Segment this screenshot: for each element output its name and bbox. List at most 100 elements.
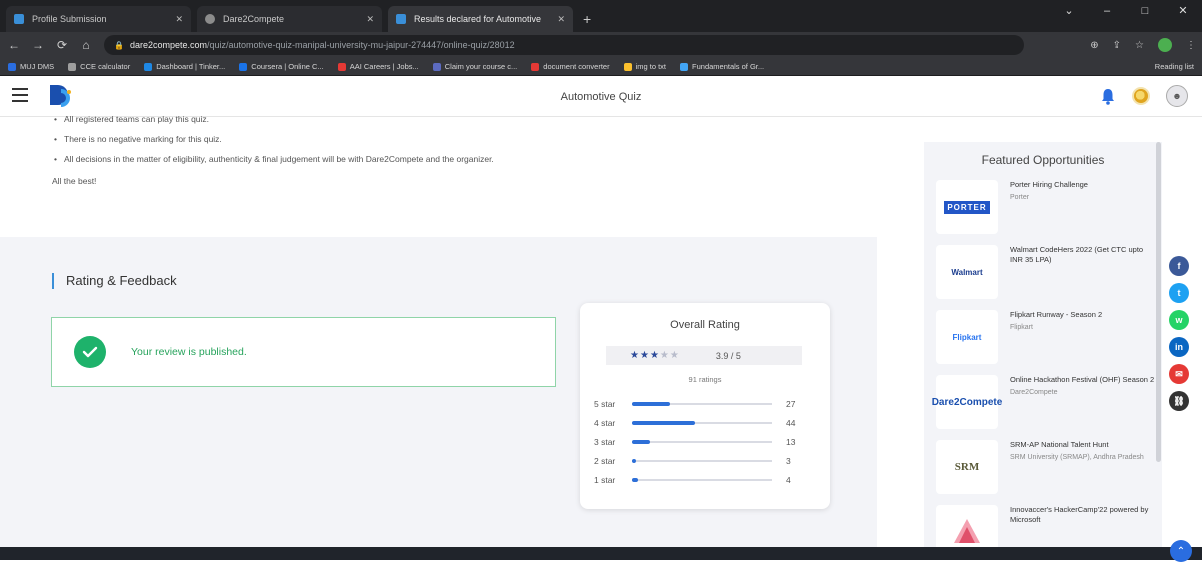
- opportunity-logo: PORTER: [936, 180, 998, 234]
- twitter-share-icon[interactable]: t: [1169, 283, 1189, 303]
- overall-rating-title: Overall Rating: [670, 319, 740, 331]
- tab-favicon-icon: [14, 14, 24, 24]
- rating-score: 3.9 / 5: [715, 350, 741, 361]
- opportunity-logo-text: Dare2Compete: [931, 396, 1003, 408]
- opportunity-card[interactable]: PORTER Porter Hiring Challenge Porter: [936, 180, 1156, 238]
- opportunity-card[interactable]: SRM SRM-AP National Talent Hunt SRM Univer…: [936, 440, 1156, 498]
- opportunity-title[interactable]: Flipkart Runway - Season 2: [1010, 310, 1102, 320]
- browser-tab-active[interactable]: Results declared for Automotive ✕: [388, 6, 573, 32]
- opportunity-title[interactable]: Porter Hiring Challenge: [1010, 180, 1088, 190]
- bookmark-label: AAI Careers | Jobs...: [349, 62, 419, 71]
- opportunity-logo: Flipkart: [936, 310, 998, 364]
- bookmark-label: img to txt: [635, 62, 667, 71]
- bookmark-label: document converter: [543, 62, 610, 71]
- bookmark-favicon-icon: [144, 62, 153, 71]
- tab-search-button[interactable]: ⌄: [1050, 0, 1088, 22]
- email-share-icon[interactable]: ✉: [1169, 364, 1189, 384]
- reading-list-button[interactable]: Reading list: [1155, 62, 1194, 71]
- whatsapp-share-icon[interactable]: w: [1169, 310, 1189, 330]
- rating-count: 44: [786, 417, 796, 428]
- opportunity-card[interactable]: Innovaccer's HackerCamp'22 powered by Mi…: [936, 505, 1156, 547]
- ratings-count: 91 ratings: [688, 375, 722, 384]
- notification-bell-icon[interactable]: [1100, 87, 1116, 105]
- star-level-label: 1 star: [594, 474, 616, 485]
- tab-label: Profile Submission: [32, 14, 107, 24]
- url-input[interactable]: 🔒 dare2compete.com/quiz/automotive-quiz-…: [104, 35, 1024, 55]
- bookmark-label: Claim your course c...: [444, 62, 518, 71]
- bookmark-item[interactable]: img to txt: [623, 62, 667, 71]
- linkedin-share-icon[interactable]: in: [1169, 337, 1189, 357]
- bookmark-item[interactable]: Fundamentals of Gr...: [680, 62, 764, 71]
- tab-label: Results declared for Automotive: [414, 14, 542, 24]
- opportunity-title[interactable]: Online Hackathon Festival (OHF) Season 2: [1010, 375, 1154, 385]
- opportunity-card[interactable]: Walmart Walmart CodeHers 2022 (Get CTC up…: [936, 245, 1156, 303]
- install-app-icon[interactable]: ⊕: [1090, 40, 1098, 51]
- bookmark-label: Fundamentals of Gr...: [692, 62, 765, 71]
- opportunity-title[interactable]: SRM-AP National Talent Hunt: [1010, 440, 1144, 450]
- hamburger-menu-icon[interactable]: [12, 88, 28, 102]
- opportunity-organizer: Porter: [1010, 194, 1030, 201]
- scroll-to-top-button[interactable]: ⌃: [1170, 540, 1192, 562]
- new-tab-button[interactable]: +: [583, 6, 591, 32]
- featured-opportunities: Featured Opportunities PORTER Porter Hiri…: [924, 142, 1162, 547]
- bookmark-item[interactable]: MUJ DMS: [8, 62, 54, 71]
- copy-link-share-icon[interactable]: ⛓: [1169, 391, 1189, 411]
- tab-close-icon[interactable]: ✕: [175, 14, 183, 25]
- minimize-button[interactable]: –: [1088, 0, 1126, 22]
- opportunity-card[interactable]: Dare2Compete Online Hackathon Festival (O…: [932, 375, 1156, 433]
- bookmarks-bar: MUJ DMS CCE calculator Dashboard | Tinker.…: [0, 58, 1202, 76]
- star-empty-icon: ★: [659, 350, 670, 361]
- back-icon[interactable]: ←: [4, 38, 24, 52]
- bookmark-item[interactable]: Coursera | Online C...: [239, 62, 324, 71]
- bookmark-star-icon[interactable]: ☆: [1135, 40, 1144, 51]
- opportunity-title[interactable]: Innovaccer's HackerCamp'22 powered by Mi…: [1010, 505, 1156, 525]
- tab-close-icon[interactable]: ✕: [557, 14, 565, 25]
- bookmark-item[interactable]: document converter: [531, 62, 610, 71]
- bookmark-label: Coursera | Online C...: [251, 62, 324, 71]
- quiz-rules: All registered teams can play this quiz.…: [52, 114, 872, 174]
- star-filled-icon: ★: [639, 350, 650, 361]
- sidebar-scrollbar[interactable]: [1156, 142, 1161, 462]
- rating-bar-track: [632, 439, 772, 444]
- opportunity-card[interactable]: Flipkart Flipkart Runway - Season 2 Flipka…: [936, 310, 1156, 368]
- profile-avatar-icon[interactable]: [1158, 38, 1172, 52]
- opportunity-logo-text: Flipkart: [952, 332, 982, 342]
- page-title: Automotive Quiz: [560, 91, 642, 103]
- bookmark-item[interactable]: Claim your course c...: [432, 62, 518, 71]
- bookmark-item[interactable]: Dashboard | Tinker...: [144, 62, 225, 71]
- rating-count: 13: [786, 436, 796, 447]
- tab-close-icon[interactable]: ✕: [366, 14, 374, 25]
- bookmark-favicon-icon: [8, 62, 16, 71]
- bookmark-item[interactable]: CCE calculator: [68, 62, 130, 71]
- opportunity-logo: Walmart: [936, 245, 998, 299]
- rating-distribution-row: 2 star 3: [594, 451, 816, 470]
- toolbar-actions: ⊕ ⇪ ☆ ⋮: [1090, 38, 1196, 52]
- coins-icon[interactable]: [1132, 87, 1150, 105]
- closing-text: All the best!: [52, 176, 97, 186]
- featured-title: Featured Opportunities: [981, 153, 1105, 167]
- reload-icon[interactable]: ⟳: [52, 38, 72, 52]
- star-level-label: 5 star: [594, 398, 616, 409]
- opportunity-title[interactable]: Walmart CodeHers 2022 (Get CTC upto INR …: [1010, 245, 1156, 265]
- opportunity-logo: SRM: [936, 440, 998, 494]
- opportunity-organizer: Flipkart: [1010, 324, 1033, 331]
- forward-icon[interactable]: →: [28, 38, 48, 52]
- dare2compete-logo[interactable]: [48, 83, 74, 111]
- browser-tab[interactable]: Dare2Compete ✕: [197, 6, 382, 32]
- star-filled-icon: ★: [630, 350, 640, 361]
- browser-tab[interactable]: Profile Submission ✕: [6, 6, 191, 32]
- user-avatar[interactable]: ☻: [1166, 85, 1188, 107]
- share-icon[interactable]: ⇪: [1113, 40, 1121, 51]
- maximize-button[interactable]: □: [1126, 0, 1164, 22]
- rating-count: 3: [786, 455, 791, 466]
- address-bar-row: ← → ⟳ ⌂ 🔒 dare2compete.com/quiz/automoti…: [0, 32, 1202, 58]
- bookmark-favicon-icon: [239, 62, 248, 71]
- facebook-share-icon[interactable]: f: [1169, 256, 1189, 276]
- close-window-button[interactable]: ✕: [1164, 0, 1202, 22]
- menu-kebab-icon[interactable]: ⋮: [1186, 40, 1196, 51]
- url-host: dare2compete.com: [129, 40, 208, 50]
- home-icon[interactable]: ⌂: [76, 38, 96, 52]
- star-level-label: 4 star: [594, 417, 616, 428]
- footer-bar: [0, 547, 1202, 560]
- bookmark-item[interactable]: AAI Careers | Jobs...: [337, 62, 419, 71]
